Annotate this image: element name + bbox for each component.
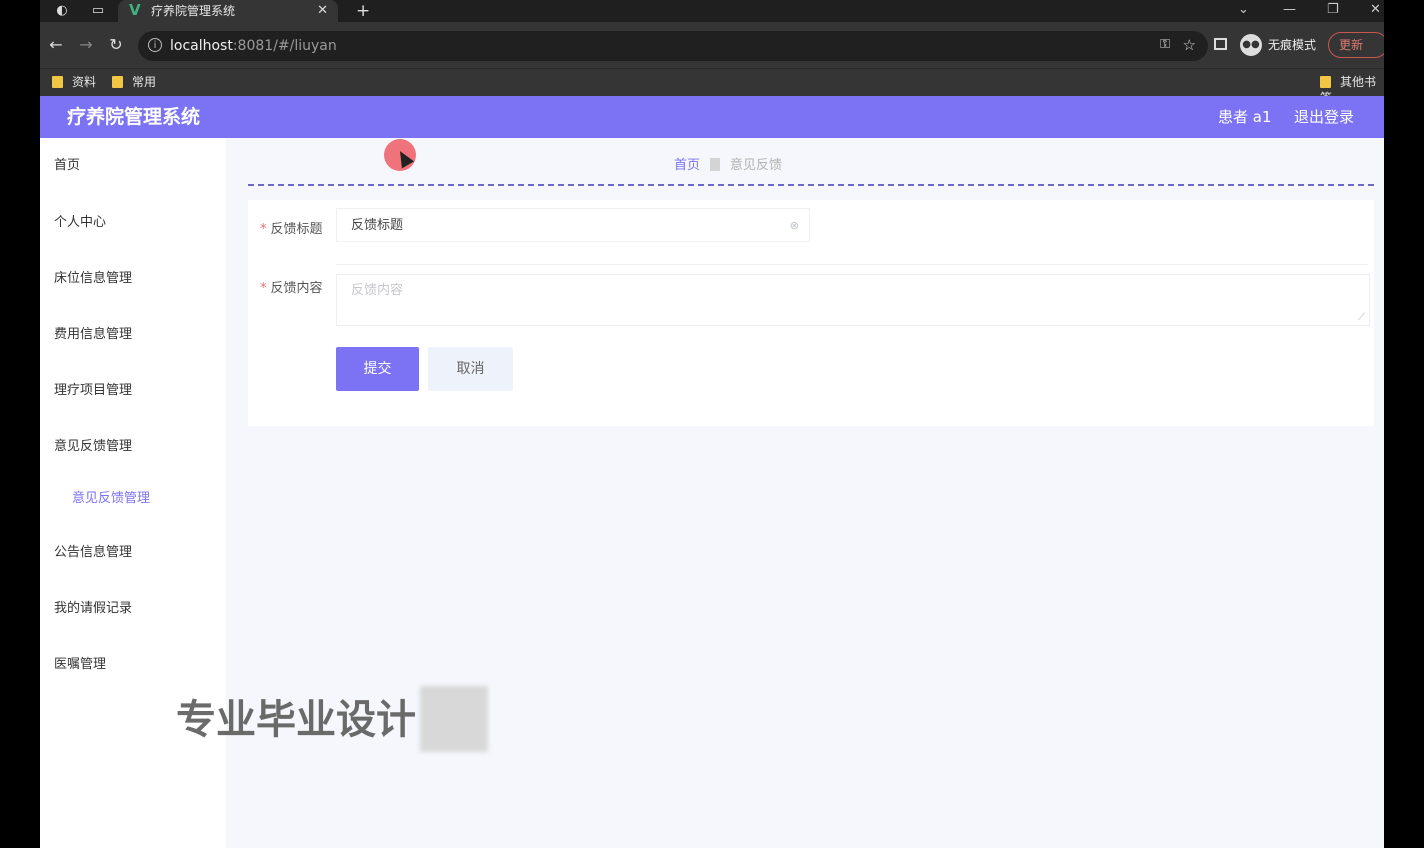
content-textarea[interactable]: 反馈内容 ⟋ xyxy=(336,274,1370,326)
bookmark-star-icon[interactable]: ☆ xyxy=(1183,36,1196,54)
url-text: localhost:8081/#/liuyan xyxy=(170,38,337,54)
blurred-region xyxy=(420,686,488,752)
browser-tab[interactable]: V 疗养院管理系统 ✕ xyxy=(118,0,338,22)
app-title: 疗养院管理系统 xyxy=(67,106,201,128)
clear-icon[interactable]: ⊗ xyxy=(790,218,799,234)
extension-icon[interactable]: ◐ xyxy=(54,3,70,19)
breadcrumb-current: 意见反馈 xyxy=(730,158,783,173)
reload-icon[interactable]: ↻ xyxy=(107,36,125,54)
logout-link[interactable]: 退出登录 xyxy=(1294,108,1354,126)
resize-grip-icon[interactable]: ⟋ xyxy=(1358,313,1365,323)
tab-close-icon[interactable]: ✕ xyxy=(317,3,328,19)
sidebar-item-orders[interactable]: 医嘱管理 xyxy=(54,657,106,673)
required-mark: * xyxy=(260,281,267,296)
side-panel-icon[interactable] xyxy=(1214,38,1227,50)
tab-list-icon[interactable]: ⌄ xyxy=(1238,2,1249,18)
bookmark-folder[interactable]: 资料 xyxy=(52,74,96,90)
folder-icon xyxy=(52,76,63,88)
title-input-value: 反馈标题 xyxy=(351,218,404,233)
required-mark: * xyxy=(260,222,267,237)
tab-strip: ◐ ▭ V 疗养院管理系统 ✕ + ⌄ — ❐ ✕ xyxy=(40,0,1384,22)
app-header: 疗养院管理系统 患者 a1 退出登录 xyxy=(40,96,1384,138)
content-label-text: 反馈内容 xyxy=(270,281,323,296)
sidebar-item-fees[interactable]: 费用信息管理 xyxy=(54,327,132,343)
app: 疗养院管理系统 患者 a1 退出登录 首页 个人中心 床位信息管理 费用信息管理… xyxy=(40,96,1384,848)
sidebar-item-home[interactable]: 首页 xyxy=(54,158,80,174)
new-tab-icon[interactable]: + xyxy=(356,2,370,20)
feedback-form: * 反馈标题 反馈标题 ⊗ * 反馈内容 反馈内容 ⟋ 提交 取消 xyxy=(248,200,1374,426)
tab-title: 疗养院管理系统 xyxy=(151,4,236,18)
bookmark-label: 资料 xyxy=(72,75,97,89)
divider xyxy=(248,184,1374,186)
bookmark-label: 常用 xyxy=(132,75,157,89)
bookmark-folder[interactable]: 常用 xyxy=(112,74,156,90)
breadcrumb-home[interactable]: 首页 xyxy=(674,158,700,173)
title-input[interactable]: 反馈标题 ⊗ xyxy=(336,208,810,242)
incognito-icon[interactable]: ●● xyxy=(1240,34,1262,56)
back-icon[interactable]: ← xyxy=(47,36,65,54)
current-user: 患者 a1 xyxy=(1218,108,1272,126)
forward-icon[interactable]: → xyxy=(77,36,95,54)
sidebar-item-therapy[interactable]: 理疗项目管理 xyxy=(54,383,132,399)
content-placeholder: 反馈内容 xyxy=(351,283,404,298)
watermark: 专业毕业设计 xyxy=(176,697,416,743)
folder-icon xyxy=(1320,76,1331,88)
title-label: * 反馈标题 xyxy=(260,222,323,238)
url-host: localhost xyxy=(170,38,233,54)
minimize-icon[interactable]: — xyxy=(1283,2,1296,18)
breadcrumb: 首页 意见反馈 xyxy=(674,158,782,174)
sidebar-item-leave[interactable]: 我的请假记录 xyxy=(54,601,132,617)
site-info-icon[interactable]: i xyxy=(148,38,162,52)
submit-label: 提交 xyxy=(363,361,392,377)
address-bar[interactable]: i localhost:8081/#/liuyan ⚿ ☆ xyxy=(138,31,1208,61)
browser-window: ◐ ▭ V 疗养院管理系统 ✕ + ⌄ — ❐ ✕ ← → ↻ i localh… xyxy=(40,0,1384,848)
title-label-text: 反馈标题 xyxy=(270,222,323,237)
folder-icon xyxy=(112,76,123,88)
row-divider xyxy=(336,264,1368,265)
update-button[interactable]: 更新 xyxy=(1328,32,1384,58)
sidebar-item-feedback[interactable]: 意见反馈管理 xyxy=(54,439,132,455)
update-label: 更新 xyxy=(1339,38,1364,52)
submit-button[interactable]: 提交 xyxy=(336,347,419,391)
sidebar-item-profile[interactable]: 个人中心 xyxy=(54,215,106,231)
cancel-button[interactable]: 取消 xyxy=(428,347,513,391)
vue-logo-icon: V xyxy=(129,1,141,19)
bookmarks-bar: 资料 常用 其他书签 xyxy=(40,68,1384,105)
sidebar-item-notices[interactable]: 公告信息管理 xyxy=(54,545,132,561)
breadcrumb-separator xyxy=(710,158,721,171)
incognito-label: 无痕模式 xyxy=(1268,38,1317,52)
cancel-label: 取消 xyxy=(456,361,485,377)
url-path: :8081/#/liuyan xyxy=(232,38,337,54)
window-close-icon[interactable]: ✕ xyxy=(1370,2,1381,18)
content-label: * 反馈内容 xyxy=(260,281,323,297)
tab-search-icon[interactable]: ▭ xyxy=(90,3,106,19)
restore-icon[interactable]: ❐ xyxy=(1327,2,1339,18)
sidebar-item-beds[interactable]: 床位信息管理 xyxy=(54,271,132,287)
browser-toolbar: ← → ↻ i localhost:8081/#/liuyan ⚿ ☆ ●● 无… xyxy=(40,22,1384,68)
sidebar-subitem-feedback[interactable]: 意见反馈管理 xyxy=(72,491,150,507)
key-icon[interactable]: ⚿ xyxy=(1160,37,1170,52)
